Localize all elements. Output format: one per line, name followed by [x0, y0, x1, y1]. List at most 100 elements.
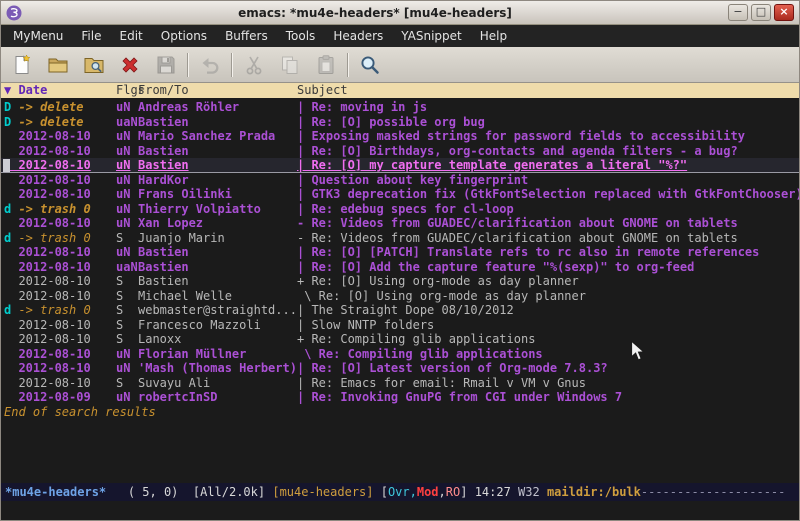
message-row[interactable]: d -> trash 0uNThierry Volpiatto| Re: ede…: [1, 202, 799, 217]
menu-file[interactable]: File: [72, 25, 110, 47]
message-row[interactable]: 2012-08-10uNFrans Oilinki| GTK3 deprecat…: [1, 187, 799, 202]
minimize-button[interactable]: −: [728, 4, 748, 21]
toolbar-paste-button[interactable]: [311, 50, 341, 80]
message-row[interactable]: 2012-08-10uNHardKor| Question about key …: [1, 173, 799, 188]
message-row[interactable]: 2012-08-10uN'Mash (Thomas Herbert)| Re: …: [1, 361, 799, 376]
toolbar-open-file-button[interactable]: [43, 50, 73, 80]
message-row[interactable]: D -> deleteuNAndreas Röhler| Re: moving …: [1, 100, 799, 115]
headers-list: D -> deleteuNAndreas Röhler| Re: moving …: [1, 98, 799, 483]
message-subject: | Re: [O] [PATCH] Translate refs to rc a…: [297, 245, 799, 260]
message-date: 2012-08-10: [4, 187, 91, 201]
message-subject: | GTK3 deprecation fix (GtkFontSelection…: [297, 187, 799, 202]
message-row[interactable]: 2012-08-10SLanoxx+ Re: Compiling glib ap…: [1, 332, 799, 347]
message-row[interactable]: 2012-08-10uNMario Sanchez Prada| Exposin…: [1, 129, 799, 144]
message-date: 2012-08-09: [4, 390, 91, 404]
toolbar-save-buffer-button[interactable]: [151, 50, 181, 80]
paste-icon: [315, 54, 337, 76]
message-date: 2012-08-10: [4, 332, 91, 346]
modeline-segment: [: [381, 485, 388, 499]
message-row[interactable]: 2012-08-10uNBastien| Re: [O] Birthdays, …: [1, 144, 799, 159]
message-row[interactable]: d -> trash 0Swebmaster@straightd...| The…: [1, 303, 799, 318]
message-subject: - Re: Videos from GUADEC/clarification a…: [297, 216, 799, 231]
menu-yasnippet[interactable]: YASnippet: [392, 25, 471, 47]
search-icon: [359, 54, 381, 76]
message-from: Bastien: [138, 158, 297, 173]
window-titlebar[interactable]: emacs: *mu4e-headers* [mu4e-headers] − □…: [1, 1, 799, 25]
message-flags: S: [116, 318, 138, 333]
modeline-segment: [All/2.0k]: [193, 485, 272, 499]
message-subject: | Re: [O] Birthdays, org-contacts and ag…: [297, 144, 799, 159]
modeline-segment: [mu4e-headers]: [272, 485, 380, 499]
message-flags: S: [116, 289, 138, 304]
cut-icon: [243, 54, 265, 76]
toolbar-cut-button[interactable]: [239, 50, 269, 80]
message-row[interactable]: 2012-08-10uaNBastien| Re: [O] Add the ca…: [1, 260, 799, 275]
copy-icon: [279, 54, 301, 76]
toolbar-undo-button[interactable]: [195, 50, 225, 80]
end-of-search-results: End of search results: [1, 405, 799, 420]
pending-action: -> delete: [11, 115, 83, 129]
message-subject: + Re: Compiling glib applications: [297, 332, 799, 347]
message-date-cell: 2012-08-10: [4, 376, 116, 391]
message-row[interactable]: 2012-08-10SBastien+ Re: [O] Using org-mo…: [1, 274, 799, 289]
message-row[interactable]: 2012-08-10SFrancesco Mazzoli| Slow NNTP …: [1, 318, 799, 333]
toolbar-separator: [187, 53, 189, 77]
message-row[interactable]: 2012-08-10uNBastien| Re: [O] [PATCH] Tra…: [1, 245, 799, 260]
message-subject: | Re: Invoking GnuPG from CGI under Wind…: [297, 390, 799, 405]
message-row[interactable]: d -> trash 0SJuanjo Marin- Re: Videos fr…: [1, 231, 799, 246]
message-from: Bastien: [138, 245, 297, 260]
message-row[interactable]: 2012-08-10SSuvayu Ali| Re: Emacs for ema…: [1, 376, 799, 391]
message-date: 2012-08-10: [4, 173, 91, 187]
column-header-subject[interactable]: Subject: [297, 83, 799, 98]
message-flags: S: [116, 231, 138, 246]
message-flags: uN: [116, 173, 138, 188]
message-subject: | Slow NNTP folders: [297, 318, 799, 333]
message-flags: S: [116, 332, 138, 347]
column-header-flags[interactable]: Flgs: [116, 83, 138, 98]
message-from: webmaster@straightd...: [138, 303, 297, 318]
message-flags: uN: [116, 129, 138, 144]
message-row[interactable]: 2012-08-10uNBastien| Re: [O] my capture …: [1, 158, 799, 173]
menu-edit[interactable]: Edit: [111, 25, 152, 47]
column-header-from[interactable]: From/To: [138, 83, 297, 98]
menu-headers[interactable]: Headers: [324, 25, 392, 47]
maximize-button[interactable]: □: [751, 4, 771, 21]
message-flags: uaN: [116, 115, 138, 130]
message-from: Bastien: [138, 260, 297, 275]
message-row[interactable]: 2012-08-09uNrobertcInSD| Re: Invoking Gn…: [1, 390, 799, 405]
emacs-logo-icon: [6, 5, 22, 21]
toolbar-dired-button[interactable]: [79, 50, 109, 80]
message-subject: \ Re: [O] Using org-mode as day planner: [297, 289, 799, 304]
message-subject: - Re: Videos from GUADEC/clarification a…: [297, 231, 799, 246]
toolbar-kill-buffer-button[interactable]: [115, 50, 145, 80]
message-row[interactable]: 2012-08-10uNFlorian Müllner \ Re: Compil…: [1, 347, 799, 362]
message-row[interactable]: 2012-08-10SMichael Welle \ Re: [O] Using…: [1, 289, 799, 304]
message-date: 2012-08-10: [4, 260, 91, 274]
message-date: 2012-08-10: [4, 347, 91, 361]
menu-mymenu[interactable]: MyMenu: [4, 25, 72, 47]
column-header-date[interactable]: ▼ Date: [4, 83, 116, 98]
message-subject: | Re: [O] Add the capture feature "%(sex…: [297, 260, 799, 275]
message-date-cell: 2012-08-10: [4, 158, 116, 173]
window-controls: − □ ×: [728, 4, 794, 21]
menu-help[interactable]: Help: [471, 25, 516, 47]
message-row[interactable]: 2012-08-10uNXan Lopez- Re: Videos from G…: [1, 216, 799, 231]
menu-options[interactable]: Options: [152, 25, 216, 47]
menu-buffers[interactable]: Buffers: [216, 25, 277, 47]
modeline-segment: ]: [460, 485, 474, 499]
modeline-segment: W32: [518, 485, 547, 499]
new-file-icon: [11, 54, 33, 76]
toolbar-search-button[interactable]: [355, 50, 385, 80]
message-row[interactable]: D -> deleteuaNBastien| Re: [O] possible …: [1, 115, 799, 130]
toolbar-new-file-button[interactable]: [7, 50, 37, 80]
message-date-cell: 2012-08-10: [4, 245, 116, 260]
message-flags: uN: [116, 187, 138, 202]
message-flags: uN: [116, 245, 138, 260]
menu-tools[interactable]: Tools: [277, 25, 325, 47]
echo-area[interactable]: [1, 501, 799, 520]
close-button[interactable]: ×: [774, 4, 794, 21]
toolbar-copy-button[interactable]: [275, 50, 305, 80]
message-from: Bastien: [138, 274, 297, 289]
message-from: Thierry Volpiatto: [138, 202, 297, 217]
message-flags: uN: [116, 158, 138, 173]
